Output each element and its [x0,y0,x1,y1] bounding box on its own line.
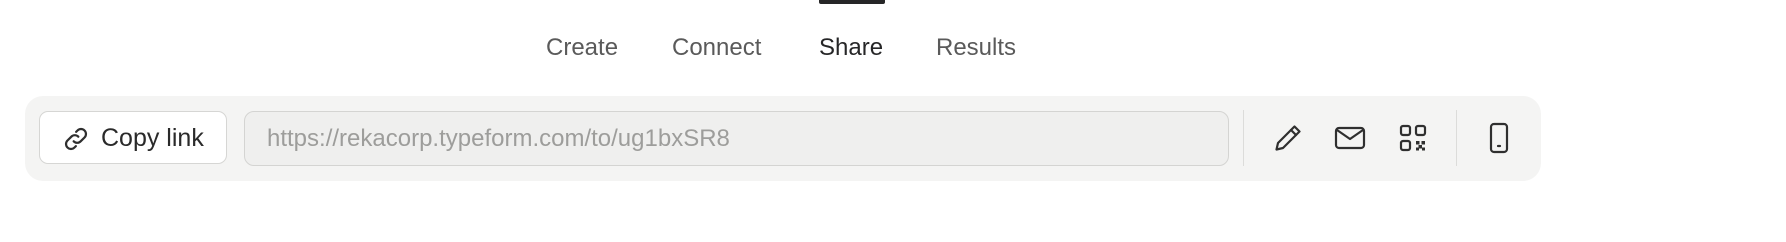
copy-link-label: Copy link [101,124,204,152]
share-toolbar: Copy link [25,96,1541,181]
pencil-icon [1275,125,1301,151]
link-icon [64,127,88,151]
mobile-phone-icon [1489,122,1509,154]
email-share-button[interactable] [1330,118,1370,158]
toolbar-divider-2 [1456,110,1457,166]
qr-code-button[interactable] [1393,118,1433,158]
edit-link-button[interactable] [1268,118,1308,158]
share-url-field[interactable] [244,111,1229,166]
tab-connect[interactable]: Connect [672,32,761,64]
top-nav-tabs: Create Connect Share Results [0,0,1786,80]
mobile-preview-button[interactable] [1479,118,1519,158]
tab-create[interactable]: Create [546,32,618,64]
active-tab-indicator [819,0,885,4]
tab-results[interactable]: Results [936,32,1016,64]
qr-code-icon [1399,124,1427,152]
copy-link-button[interactable]: Copy link [39,111,227,164]
tab-share[interactable]: Share [819,32,883,64]
toolbar-divider [1243,110,1244,166]
envelope-icon [1334,126,1366,150]
